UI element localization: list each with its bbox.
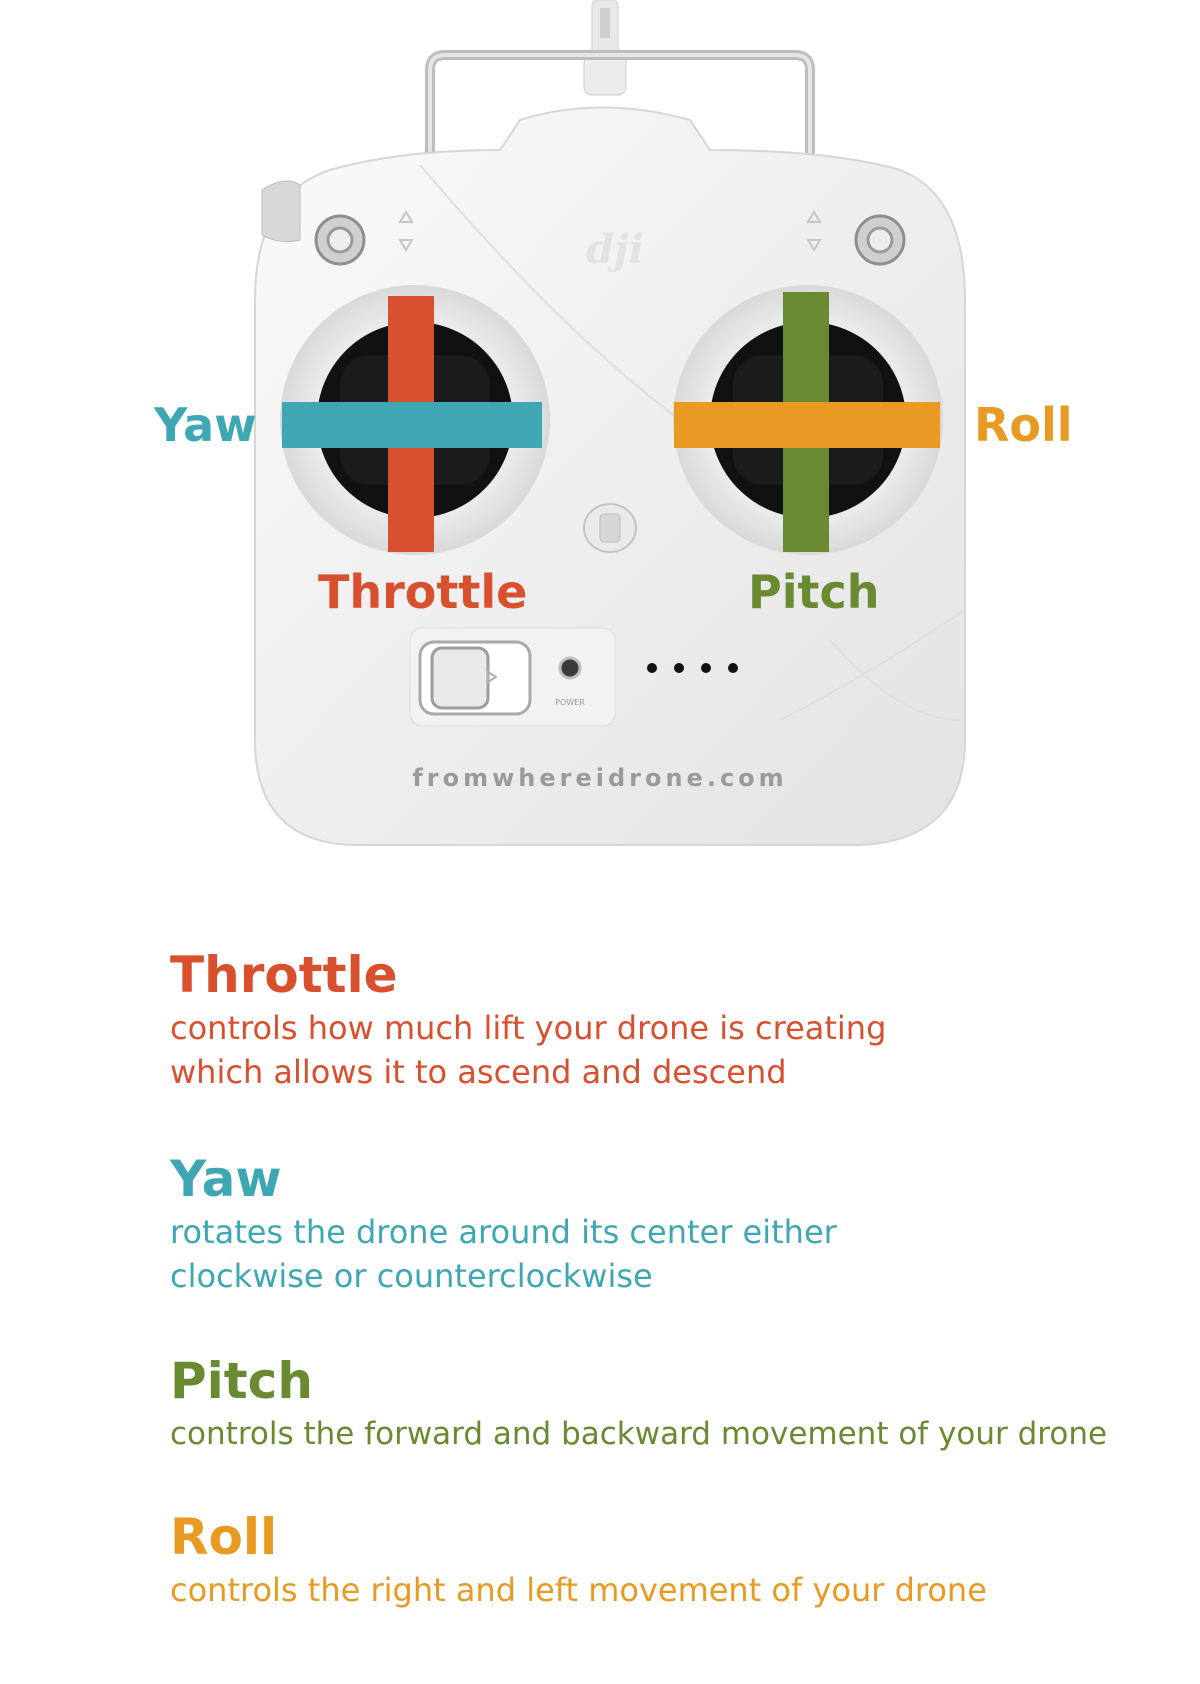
yaw-title: Yaw	[170, 1150, 282, 1208]
throttle-label: Throttle	[318, 565, 528, 619]
yaw-description: rotates the drone around its center eith…	[170, 1213, 837, 1295]
power-led	[558, 656, 582, 680]
right-screw	[854, 214, 906, 266]
left-screw	[314, 214, 366, 266]
throttle-title: Throttle	[170, 946, 398, 1004]
roll-label: Roll	[974, 398, 1073, 452]
watermark: fromwhereidrone.com	[412, 764, 788, 792]
yaw-label: Yaw	[154, 398, 257, 452]
side-dial	[261, 180, 301, 243]
throttle-description: controls how much lift your drone is cre…	[170, 1009, 887, 1091]
roll-title: Roll	[170, 1508, 278, 1566]
center-button	[583, 503, 637, 553]
roll-description: controls the right and left movement of …	[170, 1571, 987, 1609]
yaw-bar	[282, 402, 542, 448]
pitch-description: controls the forward and backward moveme…	[170, 1416, 1108, 1452]
pitch-label: Pitch	[748, 565, 880, 619]
power-switch	[409, 627, 616, 727]
roll-bar	[674, 402, 940, 448]
antenna	[583, 0, 627, 96]
dji-logo: dji	[586, 226, 644, 273]
power-label: POWER	[555, 698, 585, 707]
pitch-title: Pitch	[170, 1352, 313, 1410]
